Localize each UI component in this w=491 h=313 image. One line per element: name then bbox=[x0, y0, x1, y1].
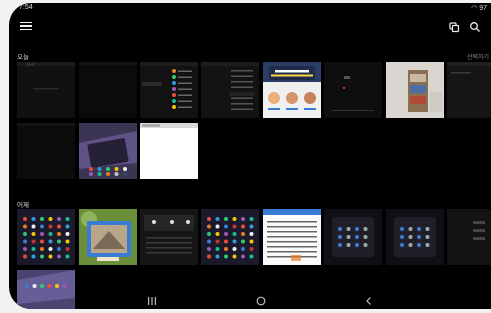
yesterday-thumbnail-quick-panel-2[interactable] bbox=[386, 209, 444, 265]
status-time: 7:54 bbox=[19, 4, 33, 11]
yesterday-thumbnail-app-grid[interactable] bbox=[17, 209, 75, 265]
hamburger-menu-icon[interactable] bbox=[20, 20, 32, 32]
section-label-today: 오늘 bbox=[17, 54, 29, 61]
today-thumbnail-black-2[interactable] bbox=[17, 123, 75, 179]
today-thumbnail-black[interactable] bbox=[79, 62, 137, 118]
today-thumbnail-settings-list[interactable] bbox=[140, 62, 198, 118]
search-icon[interactable] bbox=[469, 20, 481, 32]
navigation-bar bbox=[9, 291, 491, 309]
yesterday-thumbnail-math-document[interactable] bbox=[263, 209, 321, 265]
yesterday-thumbnail-dark-partial[interactable] bbox=[447, 209, 491, 265]
today-thumbnail-dark-screen-2[interactable] bbox=[447, 62, 491, 118]
svg-text:10:47: 10:47 bbox=[27, 63, 35, 67]
today-thumbnail-white-document[interactable] bbox=[140, 123, 198, 179]
wifi-icon: ◠ bbox=[471, 5, 478, 12]
select-action[interactable]: 선택하기 bbox=[467, 52, 489, 61]
today-thumbnail-settings-list-2[interactable] bbox=[201, 62, 259, 118]
status-bar: 7:54 ◠ 97 bbox=[9, 3, 491, 15]
yesterday-thumbnail-dark-settings[interactable] bbox=[140, 209, 198, 265]
app-bar bbox=[9, 17, 491, 39]
today-thumbnail-dark-video[interactable] bbox=[324, 62, 382, 118]
yesterday-thumbnail-photo-frame[interactable] bbox=[79, 209, 137, 265]
recent-apps-icon[interactable] bbox=[145, 294, 159, 306]
yesterday-thumbnail-app-grid-2[interactable] bbox=[201, 209, 259, 265]
gallery-screen: 7:54 ◠ 97 오늘 선택하기 10:47 어제 bbox=[9, 3, 491, 309]
today-thumbnail-video-presentation[interactable] bbox=[263, 62, 321, 118]
yesterday-thumbnail-quick-panel[interactable] bbox=[324, 209, 382, 265]
status-right-text: ◠ 97 bbox=[471, 5, 487, 12]
today-thumbnail-bookshelf-photo[interactable] bbox=[386, 62, 444, 118]
home-icon[interactable] bbox=[254, 294, 268, 306]
today-thumbnail-dark-screen[interactable]: 10:47 bbox=[17, 62, 75, 118]
today-thumbnail-tablet-homescreen[interactable] bbox=[79, 123, 137, 179]
section-label-yesterday: 어제 bbox=[17, 202, 29, 209]
back-icon[interactable] bbox=[362, 294, 376, 306]
select-copy-icon[interactable] bbox=[448, 20, 460, 33]
